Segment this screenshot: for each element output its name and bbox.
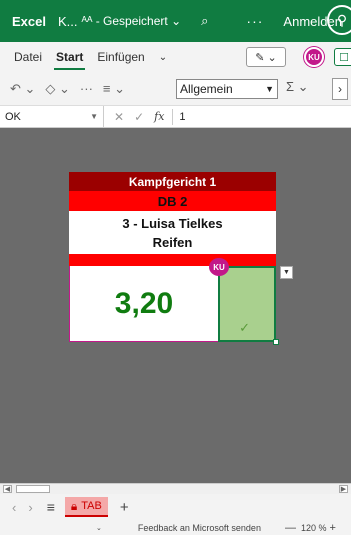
number-format-value: Allgemein [180, 82, 233, 96]
more-options-icon[interactable]: ··· [246, 13, 263, 29]
fill-handle[interactable] [273, 339, 279, 345]
feedback-link[interactable]: Feedback an Microsoft senden [138, 523, 261, 533]
toolbar-next-button[interactable]: › [332, 78, 348, 100]
header-cell[interactable]: Kampfgericht 1 [69, 172, 276, 191]
athlete-name: 3 - Luisa Tielkes [122, 215, 223, 231]
name-box-value: OK [5, 110, 21, 123]
cell-dropdown-button[interactable]: ▼ [280, 266, 293, 279]
score-cell[interactable]: 3,20 [69, 266, 218, 342]
function-icon[interactable]: fx [154, 110, 164, 124]
add-sheet-button[interactable]: + [120, 499, 129, 516]
home-toolbar: ↶ ⌄ ◇ ⌄ ··· ≡ ⌄ Allgemein ▼ Σ ⌄ › [0, 72, 351, 106]
checkmark-icon: ✓ [239, 320, 250, 335]
apparatus-name: Reifen [152, 234, 193, 250]
divider [172, 108, 174, 125]
zoom-in-button[interactable]: + [329, 522, 335, 534]
title-bar: Excel K... ᴬᴬ - Gespeichert ⌄ ⌕ ··· Anme… [0, 0, 351, 42]
collaborator-cell-badge: KU [209, 258, 229, 276]
formula-input[interactable]: 1 [179, 111, 185, 123]
chevron-down-icon[interactable]: ⌄ [96, 524, 102, 532]
draw-pen-button[interactable]: ✎ ⌄ [246, 47, 286, 67]
sheet-tab-tab[interactable]: 🔒︎ TAB [64, 497, 108, 517]
subheader-cell[interactable]: DB 2 [69, 191, 276, 211]
red-spacer-cell[interactable] [69, 254, 276, 266]
more-tools-icon[interactable]: ··· [80, 81, 93, 96]
more-tabs-chevron-icon[interactable]: ⌄ [159, 52, 167, 63]
confirm-icon[interactable]: ✓ [134, 110, 144, 124]
formula-bar: OK ▼ ✕ ✓ fx 1 [0, 105, 351, 128]
scroll-left-icon[interactable]: ◀ [3, 485, 12, 493]
document-title[interactable]: K... [58, 14, 78, 29]
next-sheet-icon[interactable]: › [28, 500, 32, 515]
status-bar: ⌄ Feedback an Microsoft senden — 120 % + [0, 520, 351, 535]
horizontal-scrollbar[interactable]: ◀ ▶ [0, 483, 351, 494]
app-name[interactable]: Excel [12, 14, 46, 29]
chevron-down-icon: ▼ [90, 112, 98, 121]
collaborator-avatar[interactable]: KU [304, 47, 324, 67]
selected-check-cell[interactable]: ✓ [218, 266, 276, 342]
formula-actions: ✕ ✓ fx [114, 110, 164, 124]
sheet-tab-label: TAB [81, 500, 102, 512]
number-format-select[interactable]: Allgemein ▼ [176, 79, 278, 99]
align-button[interactable]: ≡ ⌄ [103, 81, 125, 97]
comment-icon[interactable]: ☐ [334, 48, 351, 66]
search-icon[interactable]: ⌕ [201, 13, 208, 29]
undo-button[interactable]: ↶ ⌄ [10, 81, 35, 97]
tab-datei[interactable]: Datei [14, 50, 42, 64]
tab-start[interactable]: Start [53, 50, 86, 70]
fill-color-button[interactable]: ◇ ⌄ [45, 81, 70, 97]
prev-sheet-icon[interactable]: ‹ [12, 500, 16, 515]
sheet-list-icon[interactable]: ≡ [47, 499, 55, 515]
sheet-tabs-bar: ‹ › ≡ 🔒︎ TAB + [0, 494, 351, 520]
scroll-thumb[interactable] [16, 485, 50, 493]
athlete-cell[interactable]: 3 - Luisa Tielkes Reifen [69, 211, 276, 254]
zoom-level[interactable]: 120 % [301, 523, 327, 533]
cancel-icon[interactable]: ✕ [114, 110, 124, 124]
tab-einfuegen[interactable]: Einfügen [97, 50, 144, 64]
scroll-right-icon[interactable]: ▶ [339, 485, 348, 493]
user-account-icon[interactable]: ⚲ [327, 5, 351, 35]
chevron-down-icon: ▼ [265, 84, 274, 94]
ribbon-tabs: Datei Start Einfügen ⌄ ✎ ⌄ KU ☐ [0, 42, 351, 72]
save-status[interactable]: ᴬᴬ - Gespeichert ⌄ [82, 14, 182, 28]
lock-icon: 🔒︎ [70, 498, 78, 513]
autosum-button[interactable]: Σ ⌄ [286, 79, 309, 95]
zoom-out-button[interactable]: — [285, 522, 296, 534]
name-box[interactable]: OK ▼ [0, 105, 104, 128]
